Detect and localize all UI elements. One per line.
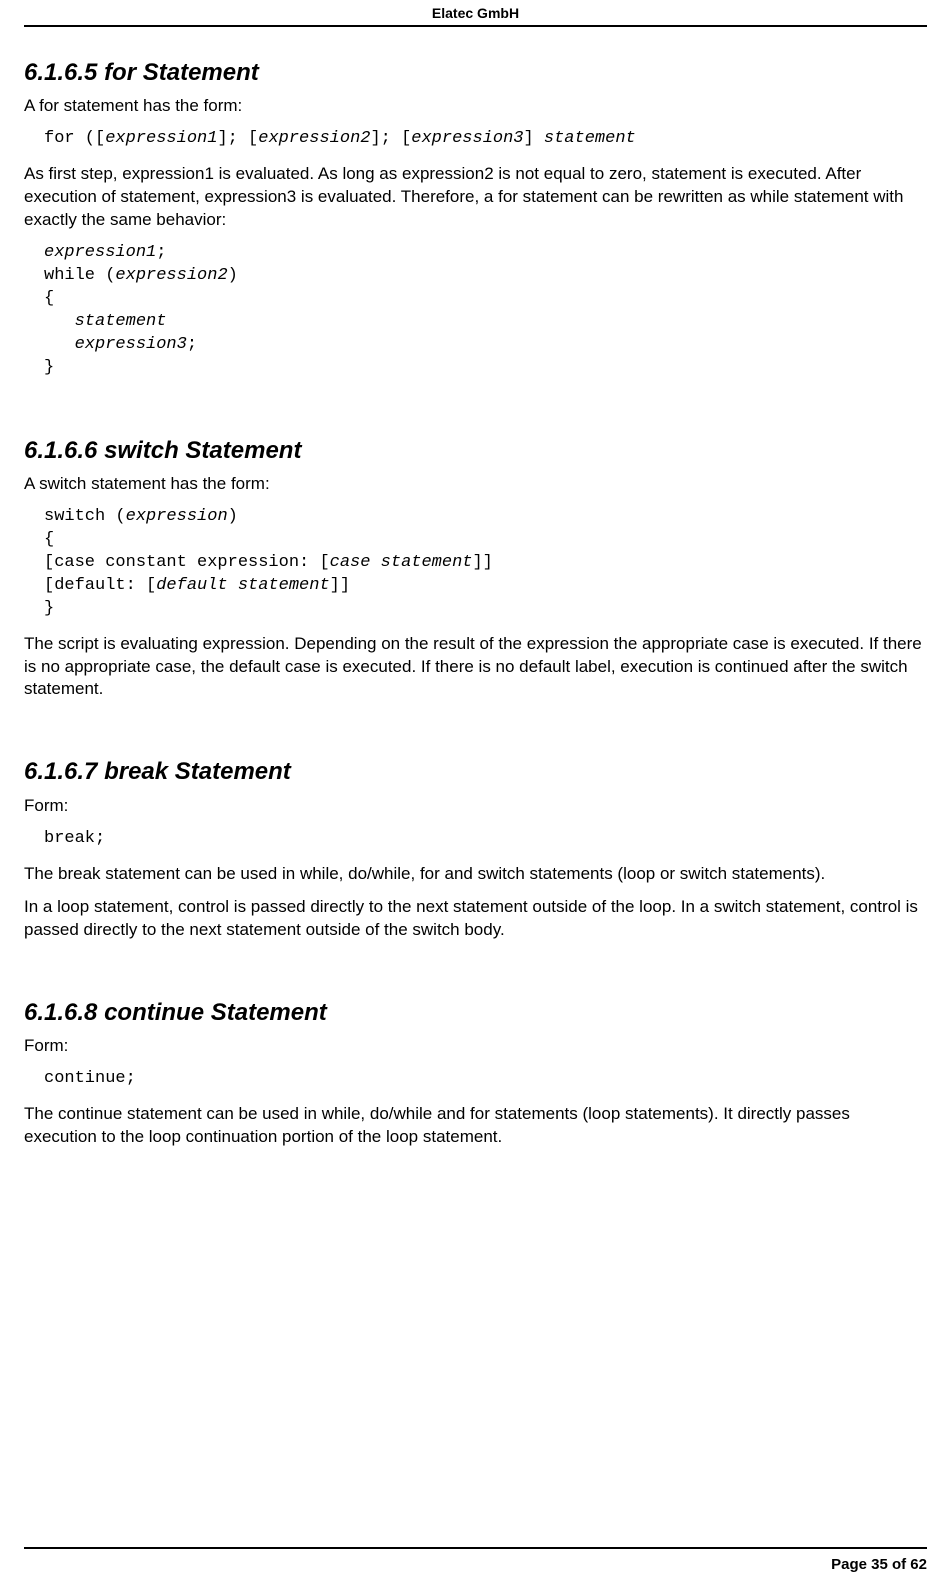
page: Elatec GmbH 6.1.6.5 for Statement A for … bbox=[0, 0, 951, 1587]
page-content: 6.1.6.5 for Statement A for statement ha… bbox=[24, 27, 927, 1527]
para-for: As first step, expression1 is evaluated.… bbox=[24, 163, 927, 232]
heading-for: 6.1.6.5 for Statement bbox=[24, 57, 927, 89]
intro-switch: A switch statement has the form: bbox=[24, 473, 927, 496]
heading-switch: 6.1.6.6 switch Statement bbox=[24, 435, 927, 467]
section-continue: 6.1.6.8 continue Statement Form: continu… bbox=[24, 997, 927, 1149]
code-for-1: for ([expression1]; [expression2]; [expr… bbox=[44, 128, 927, 151]
code-continue: continue; bbox=[44, 1068, 927, 1091]
heading-continue: 6.1.6.8 continue Statement bbox=[24, 997, 927, 1029]
heading-break: 6.1.6.7 break Statement bbox=[24, 756, 927, 788]
para-continue: The continue statement can be used in wh… bbox=[24, 1103, 927, 1149]
para-switch: The script is evaluating expression. Dep… bbox=[24, 633, 927, 702]
code-switch: switch (expression) { [case constant exp… bbox=[44, 506, 927, 621]
section-for: 6.1.6.5 for Statement A for statement ha… bbox=[24, 57, 927, 380]
section-switch: 6.1.6.6 switch Statement A switch statem… bbox=[24, 435, 927, 702]
code-break: break; bbox=[44, 828, 927, 851]
page-footer: Page 35 of 62 bbox=[24, 1549, 927, 1587]
intro-continue: Form: bbox=[24, 1035, 927, 1058]
section-break: 6.1.6.7 break Statement Form: break; The… bbox=[24, 756, 927, 941]
code-for-2: expression1; while (expression2) { state… bbox=[44, 242, 927, 380]
para-break-2: In a loop statement, control is passed d… bbox=[24, 896, 927, 942]
intro-for: A for statement has the form: bbox=[24, 95, 927, 118]
para-break-1: The break statement can be used in while… bbox=[24, 863, 927, 886]
page-header: Elatec GmbH bbox=[24, 0, 927, 27]
intro-break: Form: bbox=[24, 795, 927, 818]
